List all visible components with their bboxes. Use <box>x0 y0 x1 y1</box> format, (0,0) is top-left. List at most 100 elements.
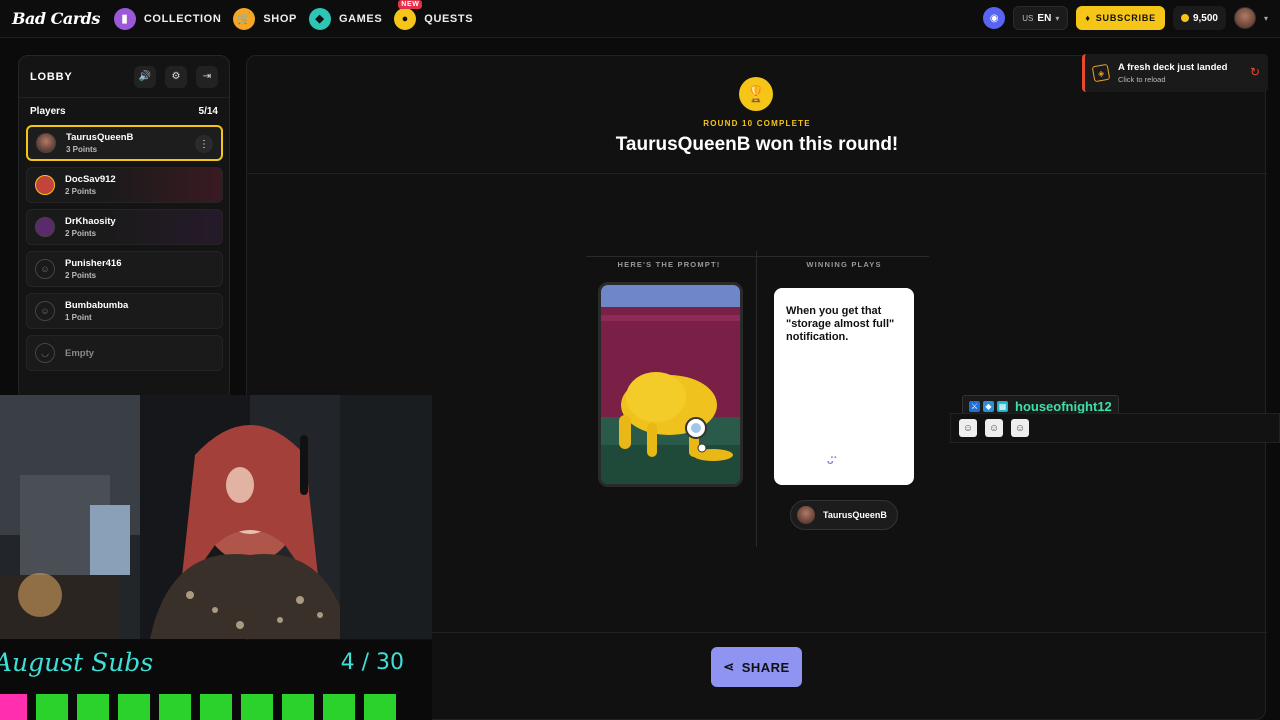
player-points: 1 Point <box>65 313 92 322</box>
player-name: DocSav912 <box>65 174 116 185</box>
progress-segment <box>364 694 396 720</box>
chevron-down-icon[interactable]: ▾ <box>1264 14 1268 23</box>
cart-icon: 🛒 <box>233 7 256 30</box>
discord-icon[interactable]: ◉ <box>983 7 1006 29</box>
avatar <box>797 506 815 524</box>
answer-text: When you get that "storage almost full" … <box>786 305 895 343</box>
progress-segment <box>36 694 68 720</box>
player-name: TaurusQueenB <box>66 132 134 143</box>
country-code: US <box>1022 13 1034 23</box>
winner-name: TaurusQueenB <box>823 510 887 520</box>
player-name: Bumbabumba <box>65 300 129 311</box>
winner-tag: TaurusQueenB <box>790 500 898 530</box>
divider <box>586 256 756 257</box>
progress-segment <box>159 694 191 720</box>
subs-goal-label: August Subs <box>0 648 154 677</box>
share-icon: ⋖ <box>723 659 735 674</box>
emote-icon: ☺ <box>985 419 1003 437</box>
player-points: 3 Points <box>66 145 98 154</box>
gem-icon: ♦ <box>1085 13 1091 23</box>
new-badge: NEW <box>398 0 423 9</box>
divider <box>247 173 1267 174</box>
progress-segment <box>282 694 314 720</box>
share-label: SHARE <box>741 659 790 675</box>
progress-segment <box>323 694 355 720</box>
vip-badge-icon: ◆ <box>983 400 994 412</box>
winning-plays-header: WINNING PLAYS <box>806 260 882 269</box>
subs-goal-count: 4 / 30 <box>340 650 404 675</box>
coin-amount: 9,500 <box>1192 12 1218 24</box>
user-icon: ☺ <box>35 259 55 279</box>
quests-icon: ● NEW <box>394 0 423 30</box>
player-name: Punisher416 <box>65 258 122 269</box>
nav-shop[interactable]: 🛒 SHOP <box>233 7 297 30</box>
subscriber-badge-icon: ▦ <box>997 400 1008 412</box>
prompt-header: HERE'S THE PROMPT! <box>617 260 721 269</box>
emote-icon: ☺ <box>959 419 977 437</box>
exit-icon[interactable]: ⇥ <box>196 65 218 88</box>
nav-games[interactable]: ◆ GAMES <box>308 7 383 30</box>
player-row-punisher416[interactable]: ☺ Punisher416 2 Points <box>26 251 223 287</box>
nav-games-label: GAMES <box>338 12 383 25</box>
bad-cards-cat-icon: ᵕ̈ <box>827 455 834 472</box>
prompt-image-card[interactable] <box>598 282 743 487</box>
sound-icon[interactable]: 🔊 <box>134 65 156 88</box>
progress-segment <box>241 694 273 720</box>
streamer-webcam <box>0 395 432 639</box>
empty-seat-icon: ◡ <box>35 343 55 363</box>
chat-username: houseofnight12 <box>1015 398 1112 414</box>
user-icon: ☺ <box>35 301 55 321</box>
new-deck-toast[interactable]: ◈ A fresh deck just landed Click to relo… <box>1082 54 1268 92</box>
progress-segment <box>200 694 232 720</box>
nav-quests-label: QUESTS <box>424 12 474 25</box>
player-name: DrKhaosity <box>65 216 116 227</box>
players-label: Players <box>30 106 66 117</box>
round-winner-headline: TaurusQueenB won this round! <box>615 134 899 155</box>
player-points: 2 Points <box>65 229 97 238</box>
nav-quests[interactable]: ● NEW QUESTS <box>394 0 474 30</box>
nav-collection-label: COLLECTION <box>143 12 222 25</box>
progress-segment <box>118 694 150 720</box>
nav-collection[interactable]: ▮ COLLECTION <box>113 7 222 30</box>
coin-icon <box>1180 14 1189 22</box>
user-avatar[interactable] <box>1233 7 1256 29</box>
progress-segment <box>0 694 27 720</box>
avatar <box>35 217 55 237</box>
subscribe-label: SUBSCRIBE <box>1095 13 1156 23</box>
cards-icon: ▮ <box>113 7 136 30</box>
language-selector[interactable]: US EN ▾ <box>1013 6 1069 30</box>
players-header: Players 5/14 <box>19 98 229 125</box>
player-row-drkhaosity[interactable]: DrKhaosity 2 Points <box>26 209 223 245</box>
prompt-image <box>601 285 740 484</box>
subs-goal-widget: August Subs 4 / 30 <box>0 640 432 720</box>
reload-icon[interactable]: ↻ <box>1250 65 1260 79</box>
moderator-badge-icon: ⚔ <box>969 400 980 412</box>
empty-label: Empty <box>65 347 95 359</box>
winning-answer-card[interactable]: When you get that "storage almost full" … <box>774 288 914 485</box>
bad-cards-logo[interactable]: Bad Cards <box>12 9 100 28</box>
toast-title: A fresh deck just landed <box>1118 62 1228 73</box>
progress-segment <box>77 694 109 720</box>
lobby-panel: LOBBY 🔊 ⚙ ⇥ Players 5/14 TaurusQueenB 3 … <box>18 55 230 400</box>
coin-balance[interactable]: 9,500 <box>1172 6 1226 30</box>
avatar <box>35 175 55 195</box>
language-code: EN <box>1037 12 1052 24</box>
player-row-docsav912[interactable]: DocSav912 2 Points <box>26 167 223 203</box>
player-row-taurusqueenb[interactable]: TaurusQueenB 3 Points ⋮ <box>26 125 223 161</box>
deck-icon: ◈ <box>1091 63 1111 83</box>
settings-gear-icon[interactable]: ⚙ <box>165 65 187 88</box>
toast-subtitle: Click to reload <box>1118 75 1166 84</box>
avatar <box>36 133 56 153</box>
games-icon: ◆ <box>308 7 331 30</box>
player-row-bumbabumba[interactable]: ☺ Bumbabumba 1 Point <box>26 293 223 329</box>
share-button[interactable]: ⋖ SHARE <box>711 647 802 687</box>
players-count: 5/14 <box>198 106 218 117</box>
chevron-down-icon: ▾ <box>1055 13 1060 23</box>
more-options-icon[interactable]: ⋮ <box>195 135 213 153</box>
chat-message: ☺ ☺ ☺ <box>950 413 1280 443</box>
player-points: 2 Points <box>65 187 97 196</box>
top-nav-bar: Bad Cards ▮ COLLECTION 🛒 SHOP ◆ GAMES ● … <box>0 0 1280 38</box>
empty-slot[interactable]: ◡ Empty <box>26 335 223 371</box>
round-status: ROUND 10 COMPLETE <box>703 119 811 128</box>
subscribe-button[interactable]: ♦ SUBSCRIBE <box>1076 6 1165 30</box>
